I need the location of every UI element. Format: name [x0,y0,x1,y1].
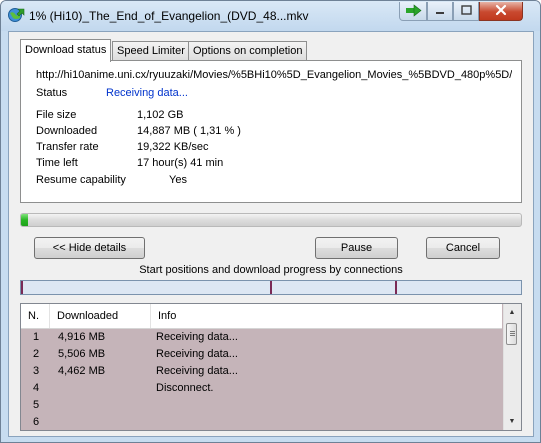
connection-info: Receiving data... [156,365,238,377]
column-header-info[interactable]: Info [151,304,502,328]
connection-downloaded: 5,506 MB [58,348,106,360]
transfer-rate-value: 19,322 KB/sec [137,141,209,153]
tab-options-on-completion[interactable]: Options on completion [188,41,308,61]
green-arrow-icon [400,4,426,22]
connection-row[interactable]: 3 4,462 MB Receiving data... [21,363,502,380]
scroll-up-icon: ▲ [508,309,516,316]
connection-row[interactable]: 2 5,506 MB Receiving data... [21,346,502,363]
connection-row[interactable]: 1 4,916 MB Receiving data... [21,329,502,346]
connection-number: 6 [33,416,40,428]
connections-list-body: 1 4,916 MB Receiving data... 2 5,506 MB Recei… [21,329,502,430]
send-to-tray-button[interactable] [399,2,427,21]
connection-row[interactable]: 5 [21,397,502,414]
transfer-rate-label: Transfer rate [36,141,99,153]
cancel-button[interactable]: Cancel [426,237,500,259]
downloaded-value: 14,887 MB ( 1,31 % ) [137,125,241,137]
connection-row[interactable]: 6 [21,414,502,430]
dialog-client-area: Download status Speed Limiter Options on… [8,31,534,437]
scroll-down-button[interactable]: ▼ [504,413,520,430]
minimize-icon [428,10,452,22]
close-button[interactable] [479,2,523,21]
time-left-value: 17 hour(s) 41 min [137,157,224,169]
connection-number: 4 [33,382,40,394]
connections-list-header: N. Downloaded Info [21,304,502,329]
tab-download-status[interactable]: Download status [20,39,112,62]
tab-label: Download status [25,44,107,56]
connection-info: Receiving data... [156,348,238,360]
idm-globe-icon [7,6,25,24]
connection-info: Receiving data... [156,331,238,343]
connection-downloaded: 4,916 MB [58,331,106,343]
connection-number: 3 [33,365,40,377]
column-header-downloaded[interactable]: Downloaded [50,304,151,328]
tab-speed-limiter[interactable]: Speed Limiter [112,41,190,61]
download-progress-bar [20,213,522,227]
connections-list[interactable]: N. Downloaded Info 1 4,916 MB Receiving da… [20,303,522,431]
connection-row[interactable]: 4 Disconnect. [21,380,502,397]
connections-caption: Start positions and download progress by… [139,264,403,276]
status-value: Receiving data... [106,87,188,99]
download-window: 1% (Hi10)_The_End_of_Evangelion_(DVD_48.… [0,0,541,443]
window-title: 1% (Hi10)_The_End_of_Evangelion_(DVD_48.… [29,9,309,23]
maximize-button[interactable] [453,2,479,21]
column-header-n[interactable]: N. [21,304,50,328]
file-size-label: File size [36,109,77,121]
pause-button[interactable]: Pause [315,237,398,259]
connection-start-marker [394,281,397,294]
connection-info: Disconnect. [156,382,214,394]
tab-label: Speed Limiter [117,45,185,57]
download-status-panel: http://hi10anime.uni.cx/ryuuzaki/Movies/… [20,60,522,203]
connection-number: 1 [33,331,40,343]
title-bar[interactable]: 1% (Hi10)_The_End_of_Evangelion_(DVD_48.… [1,1,540,31]
time-left-label: Time left [36,157,78,169]
connection-number: 5 [33,399,40,411]
file-size-value: 1,102 GB [137,109,184,121]
downloaded-label: Downloaded [36,125,98,137]
resume-capability-label: Resume capability [36,174,126,186]
connection-start-marker [270,281,272,294]
scroll-down-icon: ▼ [508,418,516,425]
connection-downloaded: 4,462 MB [58,365,106,377]
scroll-thumb[interactable] [506,323,517,345]
scroll-up-button[interactable]: ▲ [504,304,520,321]
download-progress-fill [21,214,28,226]
tab-label: Options on completion [193,45,303,57]
connections-progress-bar [20,280,522,295]
connection-number: 2 [33,348,40,360]
maximize-icon [454,5,478,22]
close-icon [480,4,522,22]
resume-capability-value: Yes [169,174,187,186]
connections-scrollbar[interactable]: ▲ ▼ [503,304,521,430]
hide-details-button[interactable]: << Hide details [34,237,145,259]
download-url: http://hi10anime.uni.cx/ryuuzaki/Movies/… [36,69,512,81]
connection-start-marker [21,281,23,294]
status-label: Status [36,87,68,99]
minimize-button[interactable] [427,2,453,21]
